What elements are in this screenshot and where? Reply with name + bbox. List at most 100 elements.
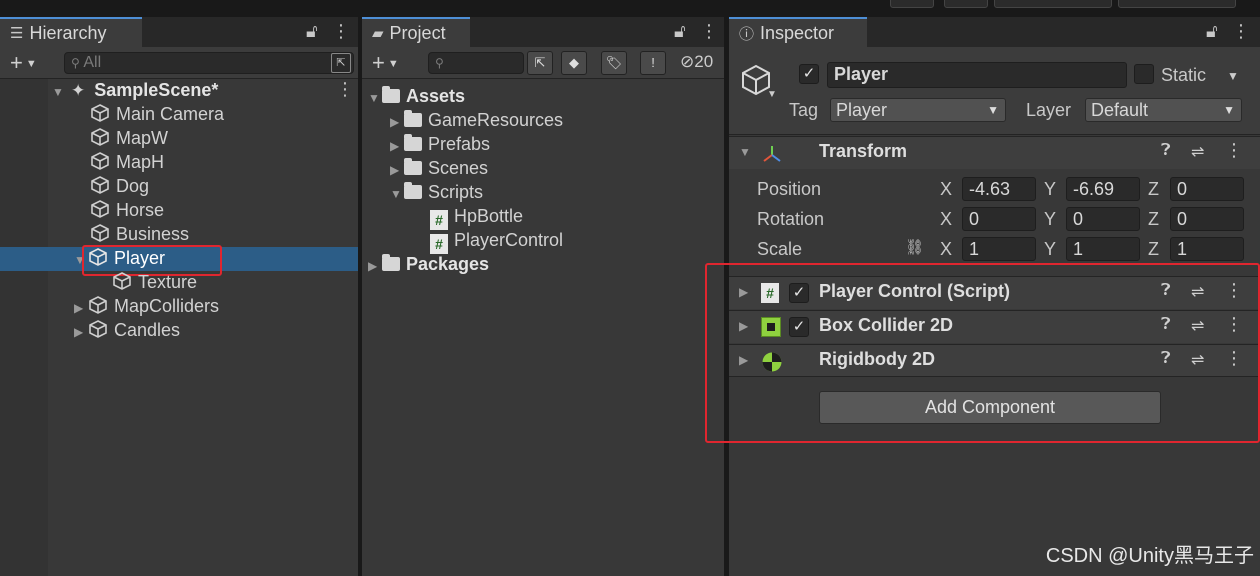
project-item-scenes[interactable]: ▶ Scenes <box>390 156 488 180</box>
hierarchy-item-texture[interactable]: Texture <box>112 270 197 294</box>
project-item-scripts[interactable]: ▼ Scripts <box>390 180 483 204</box>
scale-x-label[interactable]: X <box>940 237 952 261</box>
tab-inspector[interactable]: ⓘ Inspector <box>729 17 867 47</box>
position-z-label[interactable]: Z <box>1148 177 1159 201</box>
create-button[interactable]: + ▼ <box>10 50 37 76</box>
layers-dropdown[interactable] <box>994 0 1112 8</box>
hierarchy-item-candles[interactable]: ▶ Candles <box>74 318 180 342</box>
expand-arrow-icon[interactable]: ▶ <box>390 134 404 158</box>
hierarchy-item-dog[interactable]: Dog <box>90 174 149 198</box>
create-button[interactable]: + ▼ <box>372 50 399 76</box>
more-menu-icon[interactable]: ⋮ <box>332 21 360 42</box>
history-button[interactable] <box>890 0 934 8</box>
more-menu-icon[interactable]: ⋮ <box>1232 21 1260 42</box>
search-mode-icon[interactable]: ⇱ <box>331 53 351 73</box>
project-item-prefabs[interactable]: ▶ Prefabs <box>390 132 490 156</box>
eye-slash-icon: ⊘ <box>680 52 695 71</box>
item-label: MapColliders <box>114 296 220 316</box>
filter-log-button[interactable]: ! <box>640 51 666 75</box>
static-checkbox[interactable] <box>1134 64 1154 84</box>
expand-arrow-icon[interactable]: ▼ <box>52 80 66 104</box>
scale-x-field[interactable]: 1 <box>962 237 1036 261</box>
folder-icon: ▰ <box>372 25 384 42</box>
scale-y-field[interactable]: 1 <box>1066 237 1140 261</box>
lock-icon[interactable]: 🔓︎ <box>1206 21 1228 42</box>
project-item-packages[interactable]: ▶ Packages <box>368 252 489 276</box>
expand-arrow-icon[interactable]: ▼ <box>390 182 404 206</box>
layer-dropdown[interactable]: Default ▼ <box>1085 98 1242 122</box>
hierarchy-item-main-camera[interactable]: Main Camera <box>90 102 224 126</box>
position-x-value: -4.63 <box>969 179 1011 199</box>
item-label: PlayerControl <box>454 230 564 250</box>
scene-menu-icon[interactable]: ⋮ <box>336 79 364 100</box>
filter-by-type-button[interactable]: ◆ <box>561 51 587 75</box>
help-icon[interactable]: ❓︎ <box>1161 142 1171 160</box>
hierarchy-item-maph[interactable]: MapH <box>90 150 164 174</box>
layer-label: Layer <box>1026 100 1072 120</box>
open-folder-icon <box>404 182 422 199</box>
layout-dropdown[interactable] <box>1118 0 1236 8</box>
hierarchy-item-business[interactable]: Business <box>90 222 189 246</box>
scene-name: SampleScene* <box>94 80 219 100</box>
gameobject-icon <box>91 128 109 146</box>
position-z-field[interactable]: 0 <box>1170 177 1244 201</box>
scale-z-label[interactable]: Z <box>1148 237 1159 261</box>
position-y-label[interactable]: Y <box>1044 177 1056 201</box>
rotation-z-field[interactable]: 0 <box>1170 207 1244 231</box>
tab-project[interactable]: ▰ Project <box>362 17 470 47</box>
project-item-assets[interactable]: ▼ Assets <box>368 84 465 108</box>
tab-hierarchy[interactable]: ☰ Hierarchy <box>0 17 142 47</box>
search-mode-button[interactable]: ⇱ <box>527 51 553 75</box>
tag-dropdown[interactable]: Player ▼ <box>830 98 1006 122</box>
project-item-playercontrol[interactable]: # PlayerControl <box>430 228 564 254</box>
hierarchy-item-horse[interactable]: Horse <box>90 198 164 222</box>
hierarchy-item-mapw[interactable]: MapW <box>90 126 168 150</box>
expand-arrow-icon[interactable]: ▶ <box>390 158 404 182</box>
folder-icon <box>404 134 422 151</box>
hierarchy-search-input[interactable]: ⚲ All ⇱ <box>64 52 354 74</box>
project-item-hpbottle[interactable]: # HpBottle <box>430 204 523 230</box>
rotation-x-label[interactable]: X <box>940 207 952 231</box>
active-checkbox[interactable]: ✓ <box>799 64 819 84</box>
expand-arrow-icon[interactable]: ▶ <box>74 296 88 320</box>
filter-by-label-button[interactable]: 🏷︎ <box>601 51 627 75</box>
rotation-x-field[interactable]: 0 <box>962 207 1036 231</box>
transform-header[interactable]: ▼ Transform ❓︎ ⇌ ⋮ <box>729 136 1260 169</box>
rotation-z-label[interactable]: Z <box>1148 207 1159 231</box>
hidden-packages-toggle[interactable]: ⊘20 <box>680 52 713 72</box>
hierarchy-tabbar: ☰ Hierarchy 🔓︎ ⋮ <box>0 17 358 47</box>
transform-title: Transform <box>819 141 908 161</box>
top-toolbar-strip <box>0 0 1260 12</box>
collapse-arrow-icon[interactable]: ▼ <box>739 145 751 159</box>
object-name-field[interactable]: Player <box>827 62 1127 88</box>
component-menu-icon[interactable]: ⋮ <box>1225 140 1243 161</box>
position-y-field[interactable]: -6.69 <box>1066 177 1140 201</box>
hierarchy-item-mapcolliders[interactable]: ▶ MapColliders <box>74 294 219 318</box>
inspector-tabbar: ⓘ Inspector 🔓︎ ⋮ <box>729 17 1260 47</box>
item-label: Packages <box>406 254 490 274</box>
presets-icon[interactable]: ⇌ <box>1191 142 1204 162</box>
constrain-proportions-icon[interactable]: ⛓︎ <box>905 238 924 256</box>
scene-row[interactable]: ▼ ✦ SampleScene* <box>52 78 352 102</box>
expand-arrow-icon[interactable]: ▶ <box>74 320 88 344</box>
static-label: Static <box>1161 65 1207 85</box>
scale-z-field[interactable]: 1 <box>1170 237 1244 261</box>
scale-y-label[interactable]: Y <box>1044 237 1056 261</box>
position-x-label[interactable]: X <box>940 177 952 201</box>
icon-dropdown-arrow[interactable]: ▼ <box>767 89 777 100</box>
more-menu-icon[interactable]: ⋮ <box>700 21 728 42</box>
static-dropdown-arrow[interactable]: ▼ <box>1227 69 1239 83</box>
expand-arrow-icon[interactable]: ▶ <box>390 110 404 134</box>
lock-icon[interactable]: 🔓︎ <box>306 21 328 42</box>
project-item-gameresources[interactable]: ▶ GameResources <box>390 108 563 132</box>
position-x-field[interactable]: -4.63 <box>962 177 1036 201</box>
lock-icon[interactable]: 🔓︎ <box>674 21 696 42</box>
rotation-y-field[interactable]: 0 <box>1066 207 1140 231</box>
expand-arrow-icon[interactable]: ▼ <box>368 86 382 110</box>
scale-x-value: 1 <box>969 239 980 259</box>
project-search-input[interactable]: ⚲ <box>428 52 524 74</box>
rotation-x-value: 0 <box>969 209 980 229</box>
search-button[interactable] <box>944 0 988 8</box>
expand-arrow-icon[interactable]: ▶ <box>368 254 382 278</box>
rotation-y-label[interactable]: Y <box>1044 207 1056 231</box>
